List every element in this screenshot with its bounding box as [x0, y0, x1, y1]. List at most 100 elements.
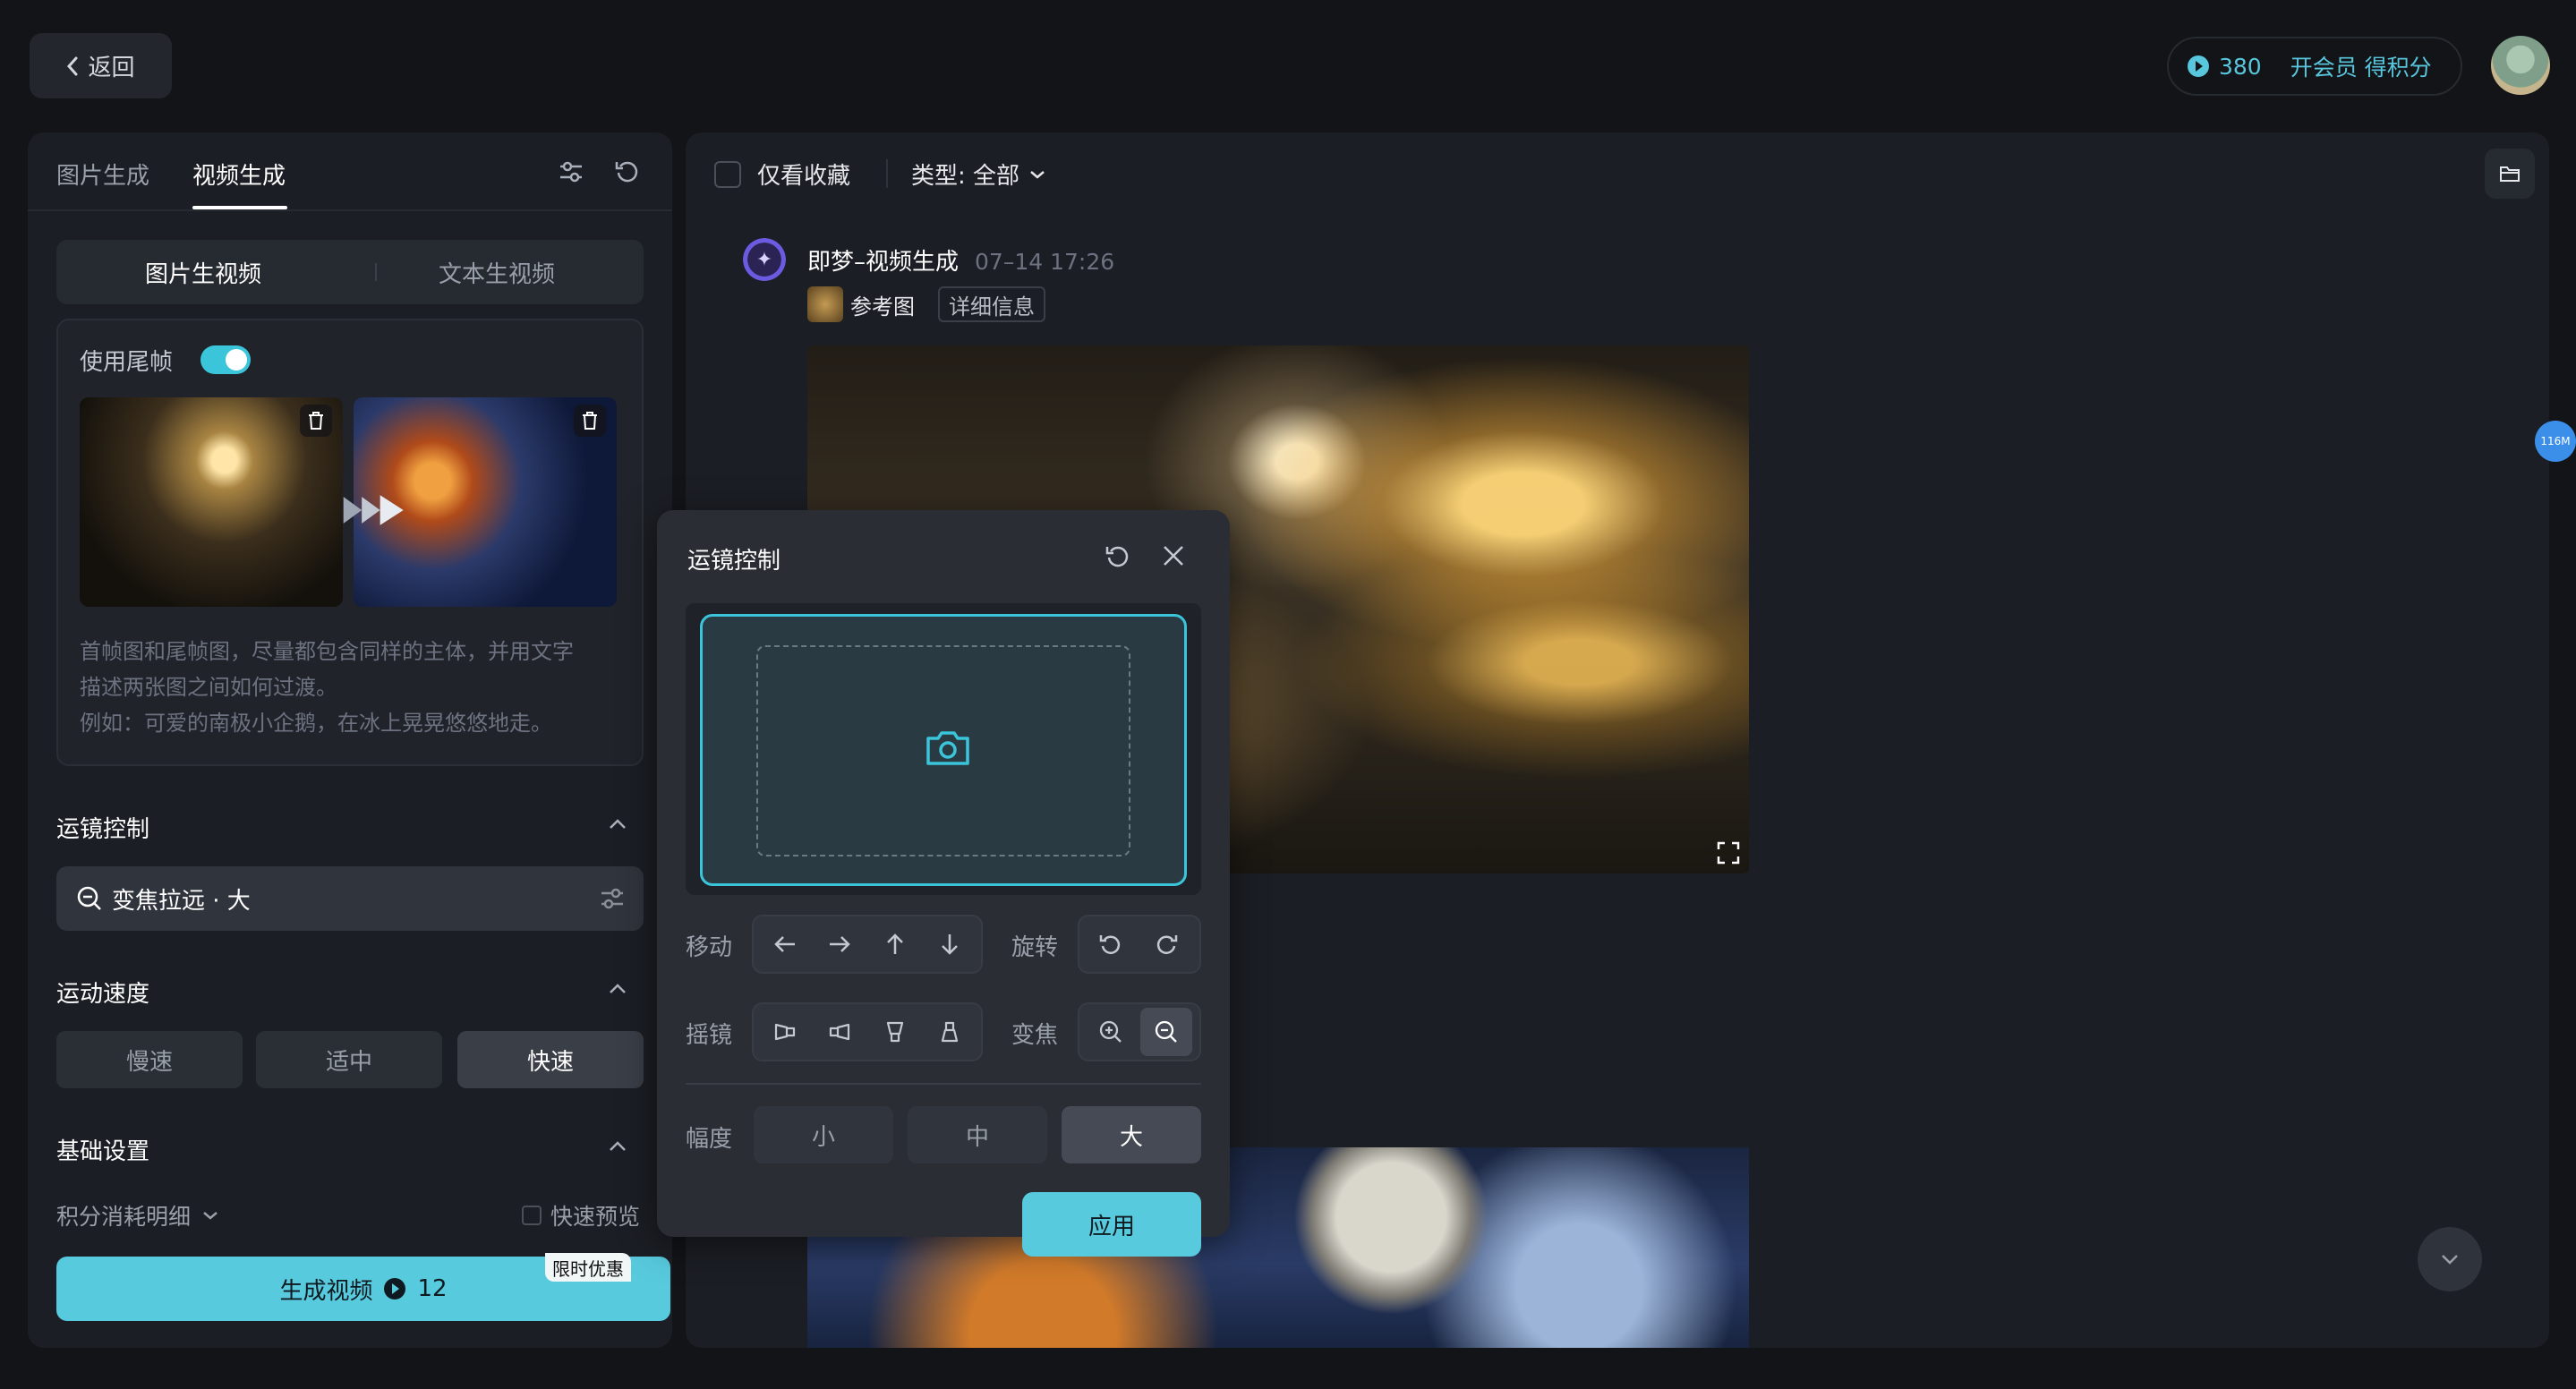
- close-icon[interactable]: [1162, 544, 1185, 567]
- reference-thumbnail: [807, 286, 843, 322]
- amplitude-large-button[interactable]: 大: [1062, 1106, 1201, 1163]
- arrow-right-icon[interactable]: [815, 920, 866, 968]
- move-controls: [752, 915, 983, 974]
- speed-section-title: 运动速度: [56, 981, 150, 1008]
- avatar[interactable]: [2491, 36, 2550, 95]
- active-tab-indicator: [192, 206, 287, 209]
- amplitude-small-button[interactable]: 小: [754, 1106, 893, 1163]
- camera-selected-value: 变焦拉远 · 大: [112, 887, 251, 915]
- record-time: 07–14 17:26: [975, 249, 1115, 275]
- reset-icon[interactable]: [614, 158, 641, 184]
- trash-icon[interactable]: [574, 405, 606, 437]
- vip-link[interactable]: 开会员 得积分: [2290, 50, 2432, 82]
- camera-preview-frame: [686, 603, 1201, 895]
- generation-tabs: 图片生成 视频生成: [28, 132, 672, 211]
- arrow-up-icon[interactable]: [869, 920, 921, 968]
- generate-cost: 12: [417, 1275, 448, 1302]
- zoom-in-icon[interactable]: [1085, 1008, 1137, 1056]
- pan-label: 摇镜: [686, 1022, 733, 1049]
- side-badge[interactable]: 116M: [2535, 421, 2576, 462]
- rotate-controls: [1078, 915, 1201, 974]
- camera-preview: [700, 614, 1187, 886]
- scroll-down-button[interactable]: [2418, 1227, 2482, 1291]
- move-label: 移动: [686, 934, 733, 961]
- generate-label: 生成视频: [279, 1277, 373, 1305]
- arrow-left-icon[interactable]: [759, 920, 811, 968]
- speed-medium-button[interactable]: 适中: [256, 1031, 442, 1088]
- chevron-down-icon: [1028, 169, 1046, 180]
- chevron-up-icon[interactable]: [608, 983, 627, 995]
- segment-text-to-video[interactable]: 文本生视频: [350, 240, 644, 304]
- record-header: 即梦–视频生成 07–14 17:26: [807, 243, 1114, 277]
- type-filter-dropdown[interactable]: 类型: 全部: [911, 158, 1046, 191]
- filter-divider: [886, 159, 888, 188]
- expand-icon[interactable]: [1717, 841, 1740, 865]
- rotate-right-icon[interactable]: [1140, 920, 1192, 968]
- pan-controls: [752, 1002, 983, 1061]
- zoom-label: 变焦: [1011, 1022, 1059, 1049]
- amplitude-medium-button[interactable]: 中: [908, 1106, 1047, 1163]
- amplitude-label: 幅度: [686, 1126, 733, 1153]
- speed-fast-button[interactable]: 快速: [457, 1031, 644, 1088]
- settings-sliders-icon[interactable]: [599, 886, 626, 911]
- detail-info-button[interactable]: 详细信息: [938, 286, 1045, 322]
- transition-arrows-icon: [340, 488, 412, 533]
- camera-control-popup: 运镜控制 移动 旋转 摇镜 变焦 幅度 小 中 大 应用: [657, 510, 1230, 1257]
- back-button[interactable]: 返回: [30, 33, 172, 98]
- hint-line: 例如：可爱的南极小企鹅，在冰上晃晃悠悠地走。: [80, 711, 552, 736]
- hint-line: 首帧图和尾帧图，尽量都包含同样的主体，并用文字: [80, 639, 574, 664]
- left-panel: 图片生成 视频生成 图片生视频 文本生视频 使用尾帧 首帧图和尾帧图，尽量都包含…: [28, 132, 672, 1348]
- rotate-left-icon[interactable]: [1085, 920, 1137, 968]
- first-frame-image[interactable]: [80, 397, 343, 607]
- rotate-label: 旋转: [1011, 934, 1059, 961]
- reference-label: 参考图: [850, 294, 915, 320]
- cost-detail-label: 积分消耗明细: [56, 1204, 192, 1230]
- chevron-left-icon: [66, 56, 79, 76]
- zoom-out-icon: [76, 885, 103, 912]
- basic-section-title: 基础设置: [56, 1138, 150, 1165]
- pan-right-icon[interactable]: [815, 1008, 866, 1056]
- zoom-controls: [1078, 1002, 1201, 1061]
- segment-image-to-video[interactable]: 图片生视频: [56, 240, 350, 304]
- pan-left-icon[interactable]: [759, 1008, 811, 1056]
- popup-divider: [686, 1083, 1201, 1085]
- points-value: 380: [2219, 53, 2262, 80]
- reference-image-tag[interactable]: 参考图: [807, 286, 915, 322]
- favorites-only-filter[interactable]: 仅看收藏: [714, 158, 850, 191]
- arrow-down-icon[interactable]: [925, 920, 977, 968]
- type-filter-label: 类型: 全部: [911, 163, 1020, 190]
- hint-line: 描述两张图之间如何过渡。: [80, 675, 337, 700]
- chevron-up-icon[interactable]: [608, 818, 627, 831]
- tab-image-generation[interactable]: 图片生成: [56, 158, 149, 191]
- frames-hint: 首帧图和尾帧图，尽量都包含同样的主体，并用文字 描述两张图之间如何过渡。 例如：…: [80, 634, 626, 741]
- points-bar[interactable]: 380 开会员 得积分: [2167, 37, 2462, 96]
- settings-sliders-icon[interactable]: [558, 159, 584, 184]
- camera-control-select[interactable]: 变焦拉远 · 大: [56, 866, 644, 931]
- record-source: 即梦–视频生成: [807, 249, 960, 276]
- zoom-out-icon[interactable]: [1140, 1008, 1192, 1056]
- fast-preview-label: 快速预览: [550, 1204, 641, 1230]
- folder-icon[interactable]: [2485, 149, 2535, 199]
- favorites-only-checkbox[interactable]: [714, 160, 741, 188]
- favorites-only-label: 仅看收藏: [757, 163, 851, 190]
- use-last-frame-label: 使用尾帧: [80, 349, 174, 376]
- points-icon: [383, 1277, 406, 1300]
- trash-icon[interactable]: [300, 405, 332, 437]
- reset-icon[interactable]: [1105, 542, 1131, 569]
- apply-button[interactable]: 应用: [1022, 1192, 1201, 1257]
- tilt-up-icon[interactable]: [869, 1008, 921, 1056]
- fast-preview-option[interactable]: 快速预览: [522, 1199, 640, 1231]
- tab-video-generation[interactable]: 视频生成: [192, 158, 286, 191]
- popup-title: 运镜控制: [687, 548, 781, 575]
- fast-preview-checkbox[interactable]: [522, 1206, 542, 1225]
- chevron-up-icon[interactable]: [608, 1140, 627, 1153]
- speed-slow-button[interactable]: 慢速: [56, 1031, 243, 1088]
- camera-section-title: 运镜控制: [56, 816, 150, 843]
- cost-detail-dropdown[interactable]: 积分消耗明细: [56, 1199, 219, 1231]
- back-label: 返回: [88, 55, 135, 81]
- promo-badge: 限时优惠: [545, 1253, 631, 1282]
- use-last-frame-toggle[interactable]: [200, 345, 251, 374]
- points-icon: [2187, 55, 2210, 78]
- tilt-down-icon[interactable]: [925, 1008, 977, 1056]
- frames-card: 使用尾帧 首帧图和尾帧图，尽量都包含同样的主体，并用文字 描述两张图之间如何过渡…: [56, 319, 644, 766]
